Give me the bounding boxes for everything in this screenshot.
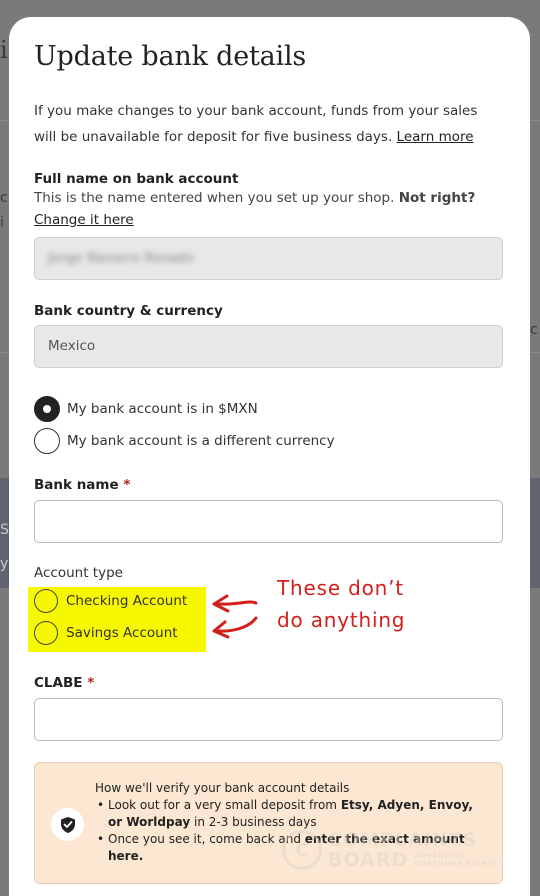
bank-name-label: Bank name * <box>34 477 130 493</box>
watermark-line: BOARD <box>328 849 409 871</box>
full-name-label: Full name on bank account <box>34 171 239 187</box>
background-text: y <box>0 556 9 572</box>
shield-check-icon <box>51 808 84 841</box>
full-name-field: Jorge Navarro Rosado <box>34 237 503 280</box>
bullet-text: in 2-3 business days <box>193 815 317 829</box>
account-type-label: Account type <box>34 565 123 581</box>
background-text: c <box>530 322 538 338</box>
background-text: i <box>0 36 8 64</box>
required-mark: * <box>87 675 95 691</box>
not-right-text: Not right? <box>398 190 476 206</box>
currency-option-other[interactable]: My bank account is a different currency <box>34 428 335 454</box>
watermark-logo: C <box>282 830 322 870</box>
radio-button[interactable] <box>34 428 60 454</box>
watermark-tagline-line: CONSUMER RIGHTS <box>414 860 499 868</box>
learn-more-link[interactable]: Learn more <box>397 129 474 145</box>
full-name-helper: This is the name entered when you set up… <box>34 187 494 231</box>
complaints-board-watermark: C COMPLAINTS BOARD ADVANCING CONSUMER RI… <box>282 830 498 870</box>
radio-button[interactable] <box>34 621 58 645</box>
verify-info-title: How we'll verify your bank account detai… <box>95 781 350 795</box>
account-type-savings[interactable]: Savings Account <box>34 621 178 645</box>
background-text: S <box>0 522 9 538</box>
bank-country-field: Mexico <box>34 325 503 368</box>
annotation-line-2: do anything <box>277 608 406 632</box>
account-type-checking[interactable]: Checking Account <box>34 589 187 613</box>
watermark-line: COMPLAINTS <box>328 829 478 851</box>
bullet-text: Look out for a very small deposit from <box>108 798 337 812</box>
bank-name-label-text: Bank name <box>34 477 119 493</box>
radio-button[interactable] <box>34 589 58 613</box>
background-text: c <box>0 190 8 206</box>
list-item: Look out for a very small deposit from E… <box>95 797 490 831</box>
account-type-option-label: Savings Account <box>66 625 178 641</box>
annotation-arrows <box>212 594 258 639</box>
watermark-tagline: ADVANCING CONSUMER RIGHTS <box>414 852 498 868</box>
currency-option-mxn[interactable]: My bank account is in $MXN <box>34 396 258 422</box>
bank-country-label: Bank country & currency <box>34 303 223 319</box>
modal-title: Update bank details <box>34 41 307 72</box>
clabe-label-text: CLABE <box>34 675 83 691</box>
intro-text: If you make changes to your bank account… <box>34 98 494 150</box>
annotation-line-1: These don’t <box>277 576 404 600</box>
bullet-text: Once you see it, come back and <box>108 832 301 846</box>
watermark-text: COMPLAINTS BOARD ADVANCING CONSUMER RIGH… <box>328 830 498 870</box>
full-name-value: Jorge Navarro Rosado <box>48 250 194 266</box>
account-type-option-label: Checking Account <box>66 593 188 609</box>
radio-button-checked[interactable] <box>34 396 60 422</box>
bank-country-value: Mexico <box>48 338 96 354</box>
full-name-helper-text: This is the name entered when you set up… <box>34 190 395 206</box>
bank-name-input[interactable] <box>34 500 503 543</box>
watermark-tagline-line: ADVANCING <box>414 852 466 860</box>
background-text: i <box>0 215 4 231</box>
currency-option-label: My bank account is in $MXN <box>67 401 258 417</box>
clabe-input[interactable] <box>34 698 503 741</box>
change-name-link[interactable]: Change it here <box>34 212 134 228</box>
currency-option-label: My bank account is a different currency <box>67 433 335 449</box>
required-mark: * <box>123 477 131 493</box>
clabe-label: CLABE * <box>34 675 94 691</box>
